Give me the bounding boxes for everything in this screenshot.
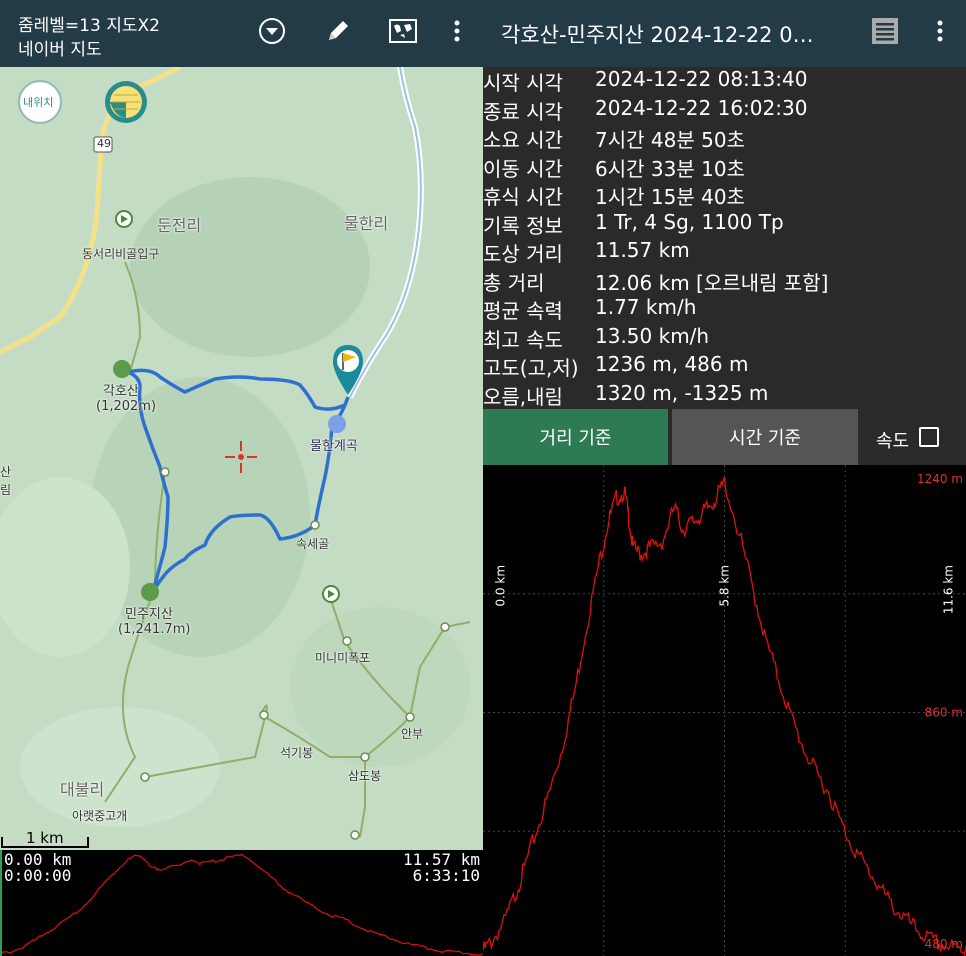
x-tick-label: 11.6 km <box>941 565 955 614</box>
stat-value: 13.50 km/h <box>595 323 710 348</box>
place-mulhanri: 물한리 <box>344 214 389 233</box>
mini-elevation-line <box>0 853 483 956</box>
stat-value: 6시간 33분 10초 <box>595 156 745 181</box>
y-tick-label: 480 m <box>925 937 963 951</box>
stat-label: 총 거리 <box>483 270 545 295</box>
map-source-text: 네이버 지도 <box>18 40 102 60</box>
place-edge-1: 산 <box>0 465 12 479</box>
stat-row: 평균 속력 1.77 km/h <box>483 295 966 324</box>
peak-marker-minjujisan[interactable] <box>141 583 159 601</box>
mini-start-time: 0:00:00 <box>4 866 72 885</box>
peak-gakhosan-altitude: (1,202m) <box>96 399 157 414</box>
more-vertical-icon <box>936 19 944 47</box>
stat-value: 1320 m, -1325 m <box>595 380 769 405</box>
map-view[interactable]: 내위치 49 둔전리 물한리 동서리비골입구 각호산 (1,202m) 물한계곡… <box>0 67 483 850</box>
distance-basis-button[interactable]: 거리 기준 <box>483 409 668 465</box>
place-daebulri: 대불리 <box>60 780 105 799</box>
stat-label: 도상 거리 <box>483 242 563 266</box>
stat-row: 종료 시각 2024-12-22 16:02:30 <box>483 96 966 125</box>
stat-label: 이동 시간 <box>483 156 563 181</box>
y-tick-label: 1240 m <box>917 472 963 486</box>
stat-label: 평균 속력 <box>483 299 563 323</box>
place-araetjung: 아랫중고개 <box>72 809 128 823</box>
stat-label: 시작 시각 <box>483 71 563 95</box>
mini-elevation-profile[interactable]: 0.00 km 0:00:00 11.57 km 6:33:10 <box>0 850 483 956</box>
stat-value: 11.57 km <box>595 238 690 262</box>
zoom-level-text: 줌레벨=13 지도X2 <box>18 16 160 36</box>
peak-gakhosan: 각호산 <box>103 384 139 399</box>
chevron-down-circle-icon <box>258 17 286 49</box>
list-button[interactable] <box>865 13 905 53</box>
place-edge-2: 림 <box>0 483 12 497</box>
peak-minjujisan: 민주지산 <box>125 607 173 622</box>
stat-value: 2024-12-22 16:02:30 <box>595 95 808 120</box>
stat-row: 소요 시간 7시간 48분 50초 <box>483 124 966 153</box>
place-dongseori: 동서리비골입구 <box>82 247 160 261</box>
more-menu-button[interactable] <box>437 13 477 53</box>
place-soksegol: 속세골 <box>296 537 330 551</box>
stat-value: 1 Tr, 4 Sg, 1100 Tp <box>595 209 784 234</box>
stat-row: 총 거리 12.06 km [오르내림 포함] <box>483 267 966 296</box>
place-mulhan-valley: 물한계곡 <box>310 439 358 454</box>
flag-pin-icon[interactable] <box>333 345 363 395</box>
time-basis-button[interactable]: 시간 기준 <box>672 409 858 465</box>
peak-samdobong: 삼도봉 <box>348 769 382 783</box>
stat-value: 1시간 15분 40초 <box>595 185 745 209</box>
stat-row: 휴식 시간 1시간 15분 40초 <box>483 181 966 210</box>
stat-value: 1236 m, 486 m <box>595 352 749 376</box>
place-minimi-falls: 미니미폭포 <box>315 651 371 665</box>
speed-checkbox[interactable] <box>919 427 939 447</box>
stat-label: 소요 시간 <box>483 128 563 152</box>
stat-value: 12.06 km [오르내림 포함] <box>595 270 829 295</box>
stat-value: 1.77 km/h <box>595 295 697 319</box>
stat-row: 이동 시간 6시간 33분 10초 <box>483 153 966 182</box>
stat-label: 오름,내림 <box>483 384 563 409</box>
stat-label: 기록 정보 <box>483 213 563 238</box>
chart-grid <box>483 465 966 956</box>
place-anbu: 안부 <box>401 727 424 741</box>
speed-label: 속도 <box>876 431 910 452</box>
track-more-menu-button[interactable] <box>920 13 960 53</box>
x-tick-label: 5.8 km <box>718 565 732 607</box>
stat-row: 오름,내림 1320 m, -1325 m <box>483 381 966 410</box>
peak-marker-gakhosan[interactable] <box>113 360 131 378</box>
peak-minjujisan-altitude: (1,241.7m) <box>118 622 191 637</box>
stat-row: 기록 정보 1 Tr, 4 Sg, 1100 Tp <box>483 210 966 239</box>
y-tick-label: 860 m <box>925 706 963 720</box>
pencil-icon <box>323 16 353 50</box>
place-dunjeonri: 둔전리 <box>157 216 202 235</box>
world-map-icon <box>388 18 418 48</box>
stat-row: 최고 속도 13.50 km/h <box>483 324 966 353</box>
my-location-label: 내위치 <box>23 96 54 109</box>
stat-row: 시작 시각 2024-12-22 08:13:40 <box>483 67 966 96</box>
sun-position-icon[interactable] <box>105 81 147 123</box>
stat-value: 7시간 48분 50초 <box>595 128 745 152</box>
stat-label: 휴식 시간 <box>483 185 563 209</box>
track-toolbar: 각호산-민주지산 2024-12-22 0… <box>483 0 966 67</box>
elevation-chart[interactable]: 1240 m 860 m 480 m 0.0 km 5.8 km 11.6 km <box>482 465 966 956</box>
route-49-label: 49 <box>97 137 111 150</box>
chart-mode-bar: 거리 기준 시간 기준 속도 <box>483 407 966 465</box>
track-statistics: 시작 시각 2024-12-22 08:13:40 종료 시각 2024-12-22 … <box>483 67 966 410</box>
list-icon <box>870 16 900 50</box>
stat-label: 종료 시각 <box>483 99 563 124</box>
edit-button[interactable] <box>318 13 358 53</box>
stat-label: 최고 속도 <box>483 327 563 352</box>
scale-label: 1 km <box>26 829 64 847</box>
more-vertical-icon <box>453 19 461 47</box>
stat-value: 2024-12-22 08:13:40 <box>595 67 808 91</box>
map-toolbar: 줌레벨=13 지도X2 네이버 지도 <box>0 0 483 67</box>
stat-label: 고도(고,저) <box>483 356 579 380</box>
map-layer-button[interactable] <box>383 13 423 53</box>
mini-end-time: 6:33:10 <box>412 866 480 885</box>
stat-row: 고도(고,저) 1236 m, 486 m <box>483 352 966 381</box>
x-tick-label: 0.0 km <box>494 565 508 607</box>
dropdown-button[interactable] <box>252 13 292 53</box>
track-title: 각호산-민주지산 2024-12-22 0… <box>501 23 814 47</box>
stat-row: 도상 거리 11.57 km <box>483 238 966 267</box>
elevation-chart-canvas: 1240 m 860 m 480 m 0.0 km 5.8 km 11.6 km <box>482 465 966 956</box>
peak-seokgibong: 석기봉 <box>280 746 314 760</box>
